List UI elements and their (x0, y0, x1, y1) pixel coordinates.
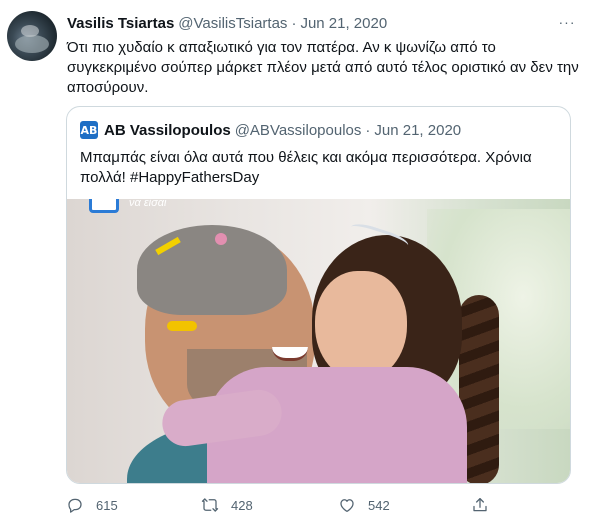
action-bar: 615 428 542 (66, 494, 506, 516)
quoted-author-handle[interactable]: @ABVassilopoulos (235, 122, 362, 139)
quoted-author-name[interactable]: AB Vassilopoulos (104, 122, 231, 139)
author-handle[interactable]: @VasilisTsiartas (178, 15, 287, 32)
separator-dot: · (365, 121, 371, 139)
ab-logo-icon: AB (80, 121, 98, 139)
quoted-photo[interactable]: να είσαι (67, 199, 570, 483)
author-name[interactable]: Vasilis Tsiartas (67, 15, 174, 32)
quoted-header: AB AB Vassilopoulos @ABVassilopoulos · J… (80, 120, 461, 140)
retweet-icon (201, 498, 219, 512)
photo-figure-girl (315, 271, 407, 381)
tweet-date[interactable]: Jun 21, 2020 (300, 15, 387, 32)
separator-dot: · (291, 14, 297, 32)
photo-hair-clip (167, 321, 197, 331)
share-button[interactable] (471, 494, 489, 516)
reply-button[interactable]: 615 (66, 494, 118, 516)
retweet-count: 428 (231, 497, 253, 513)
like-count: 542 (368, 497, 390, 513)
avatar-detail (15, 35, 49, 53)
quoted-tweet[interactable]: AB AB Vassilopoulos @ABVassilopoulos · J… (66, 106, 571, 484)
like-button[interactable]: 542 (338, 494, 390, 516)
photo-logo-icon (89, 199, 119, 213)
more-icon[interactable]: ··· (556, 12, 578, 32)
quoted-date[interactable]: Jun 21, 2020 (374, 122, 461, 139)
photo-figure-man (137, 225, 287, 315)
photo-hair-clip (215, 233, 227, 245)
like-icon (340, 499, 354, 513)
tweet-header: Vasilis Tsiartas @VasilisTsiartas · Jun … (67, 13, 387, 33)
tweet[interactable]: Vasilis Tsiartas @VasilisTsiartas · Jun … (0, 0, 600, 524)
quoted-text: Μπαμπάς είναι όλα αυτά που θέλεις και ακ… (80, 149, 532, 186)
photo-caption: να είσαι (129, 199, 167, 209)
avatar-detail (21, 25, 39, 37)
avatar[interactable] (7, 11, 57, 61)
tweet-text: Ότι πιο χυδαίο κ απαξιωτικό για τον πατέ… (67, 39, 579, 96)
reply-count: 615 (96, 497, 118, 513)
reply-icon (68, 498, 82, 513)
retweet-button[interactable]: 428 (201, 494, 253, 516)
share-icon (473, 497, 487, 512)
